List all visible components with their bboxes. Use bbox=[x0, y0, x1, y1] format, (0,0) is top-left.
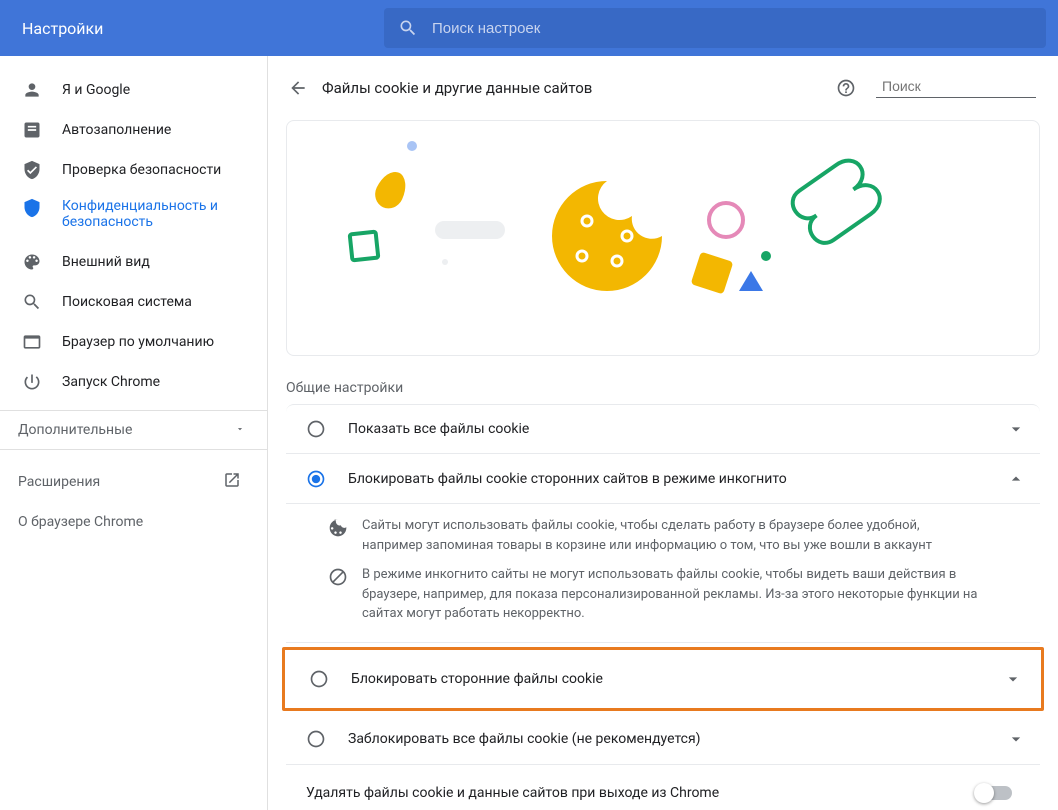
triangle-icon bbox=[739, 271, 763, 291]
radio-icon bbox=[309, 669, 329, 689]
description-text: Сайты могут использовать файлы cookie, ч… bbox=[362, 516, 980, 555]
power-icon bbox=[22, 372, 42, 392]
switch-off-icon[interactable] bbox=[976, 786, 1012, 800]
sidebar-item-label: Браузер по умолчанию bbox=[62, 334, 214, 350]
global-search-input[interactable] bbox=[432, 20, 1046, 37]
global-search[interactable] bbox=[384, 8, 1046, 48]
help-button[interactable] bbox=[828, 70, 864, 106]
page-search[interactable] bbox=[876, 77, 1036, 98]
back-button[interactable] bbox=[282, 72, 314, 104]
main-content: Файлы cookie и другие данные сайтов bbox=[268, 56, 1058, 810]
option-label: Заблокировать все файлы cookie (не реком… bbox=[348, 731, 1006, 747]
illustration bbox=[286, 120, 1040, 356]
sidebar-item-privacy-security[interactable]: Конфиденциальность и безопасность bbox=[0, 190, 267, 242]
sidebar-about-label: О браузере Chrome bbox=[18, 514, 143, 530]
sidebar-item-safety-check[interactable]: Проверка безопасности bbox=[0, 150, 267, 190]
pill-icon bbox=[435, 221, 505, 239]
option-block-all-cookies[interactable]: Заблокировать все файлы cookie (не реком… bbox=[286, 715, 1040, 765]
radio-icon bbox=[306, 729, 326, 749]
option-label: Блокировать файлы cookie сторонних сайто… bbox=[348, 471, 1006, 487]
diamond-icon bbox=[691, 252, 734, 295]
app-header: Настройки bbox=[0, 0, 1058, 56]
sidebar-advanced[interactable]: Дополнительные bbox=[0, 410, 267, 450]
option-block-third-party[interactable]: Блокировать сторонние файлы cookie bbox=[289, 654, 1037, 704]
sidebar-extensions-label: Расширения bbox=[18, 474, 100, 490]
app-title: Настройки bbox=[0, 19, 384, 38]
chevron-down-icon bbox=[235, 422, 245, 438]
radio-selected-icon bbox=[306, 469, 326, 489]
dot-icon bbox=[442, 259, 448, 265]
square-outline-icon bbox=[348, 230, 381, 263]
sidebar-item-appearance[interactable]: Внешний вид bbox=[0, 242, 267, 282]
block-icon bbox=[328, 567, 348, 587]
page-search-input[interactable] bbox=[882, 78, 1058, 94]
option-show-all-cookies[interactable]: Показать все файлы cookie bbox=[286, 404, 1040, 454]
option-label: Показать все файлы cookie bbox=[348, 421, 1006, 437]
blob-icon bbox=[370, 167, 411, 213]
option-description: Сайты могут использовать файлы cookie, ч… bbox=[286, 504, 1040, 643]
sidebar-item-label: Конфиденциальность и безопасность bbox=[62, 198, 267, 230]
peanut-outline-icon bbox=[787, 151, 887, 251]
radio-icon bbox=[306, 419, 326, 439]
dot-icon bbox=[407, 141, 417, 151]
highlighted-option: Блокировать сторонние файлы cookie bbox=[282, 647, 1044, 711]
page-title: Файлы cookie и другие данные сайтов bbox=[322, 79, 828, 97]
sidebar-item-label: Проверка безопасности bbox=[62, 162, 221, 178]
chevron-down-icon bbox=[1003, 669, 1023, 689]
browser-icon bbox=[22, 332, 42, 352]
toggle-clear-on-exit[interactable]: Удалять файлы cookie и данные сайтов при… bbox=[286, 765, 1040, 810]
palette-icon bbox=[22, 252, 42, 272]
autofill-icon bbox=[22, 120, 42, 140]
search-icon bbox=[22, 292, 42, 312]
sidebar-item-autofill[interactable]: Автозаполнение bbox=[0, 110, 267, 150]
option-label: Блокировать сторонние файлы cookie bbox=[351, 671, 1003, 687]
sidebar-extensions[interactable]: Расширения bbox=[0, 462, 267, 502]
description-text: В режиме инкогнито сайты не могут исполь… bbox=[362, 565, 980, 624]
sidebar-item-label: Я и Google bbox=[62, 82, 130, 98]
sidebar-item-label: Автозаполнение bbox=[62, 122, 171, 138]
shield-check-icon bbox=[22, 160, 42, 180]
chevron-down-icon bbox=[1006, 729, 1026, 749]
sidebar-about[interactable]: О браузере Chrome bbox=[0, 502, 267, 542]
section-title-general: Общие настройки bbox=[286, 380, 1058, 396]
sidebar-item-default-browser[interactable]: Браузер по умолчанию bbox=[0, 322, 267, 362]
option-block-third-party-incognito[interactable]: Блокировать файлы cookie сторонних сайто… bbox=[286, 454, 1040, 504]
sidebar-item-on-startup[interactable]: Запуск Chrome bbox=[0, 362, 267, 402]
arrow-back-icon bbox=[288, 78, 308, 98]
sidebar-item-label: Внешний вид bbox=[62, 254, 150, 270]
sidebar-advanced-label: Дополнительные bbox=[18, 422, 132, 438]
person-icon bbox=[22, 80, 42, 100]
open-external-icon bbox=[223, 471, 241, 493]
sidebar-item-you-and-google[interactable]: Я и Google bbox=[0, 70, 267, 110]
sidebar: Я и Google Автозаполнение Проверка безоп… bbox=[0, 56, 268, 810]
help-icon bbox=[836, 78, 856, 98]
sidebar-item-label: Запуск Chrome bbox=[62, 374, 160, 390]
chevron-up-icon bbox=[1006, 469, 1026, 489]
search-icon bbox=[398, 18, 418, 38]
shield-icon bbox=[22, 198, 42, 218]
cookie-bite-icon bbox=[552, 181, 662, 301]
chevron-down-icon bbox=[1006, 419, 1026, 439]
dot-icon bbox=[761, 251, 771, 261]
page-header: Файлы cookie и другие данные сайтов bbox=[268, 56, 1058, 120]
toggle-label: Удалять файлы cookie и данные сайтов при… bbox=[306, 785, 976, 801]
sidebar-item-search-engine[interactable]: Поисковая система bbox=[0, 282, 267, 322]
cookie-icon bbox=[328, 518, 348, 538]
sidebar-item-label: Поисковая система bbox=[62, 294, 192, 310]
circle-outline-icon bbox=[707, 201, 745, 239]
